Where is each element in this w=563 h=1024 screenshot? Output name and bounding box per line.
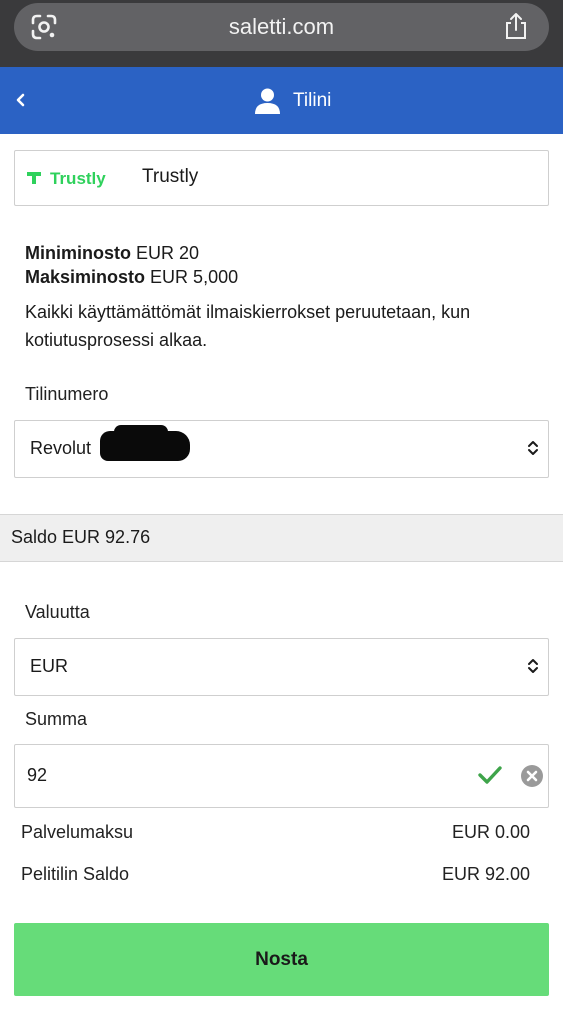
free-spins-note: Kaikki käyttämättömät ilmaiskierrokset p… xyxy=(25,302,471,350)
page-title: Tilini xyxy=(293,90,332,111)
clear-icon[interactable] xyxy=(520,764,544,788)
service-fee-label: Palvelumaksu xyxy=(21,822,134,842)
max-deposit-value: EUR 5,000 xyxy=(150,267,239,287)
share-icon[interactable] xyxy=(503,12,529,40)
chevron-left-icon[interactable] xyxy=(12,88,30,112)
amount-label: Summa xyxy=(25,709,88,729)
redaction-mark xyxy=(100,431,190,461)
google-lens-icon[interactable] xyxy=(31,14,57,40)
balance-text: Saldo EUR 92.76 xyxy=(11,527,151,547)
min-deposit-row: Miniminosto EUR 20 xyxy=(25,241,199,265)
amount-input[interactable] xyxy=(27,760,327,790)
max-deposit-row: Maksiminosto EUR 5,000 xyxy=(25,265,238,289)
url-text[interactable]: saletti.com xyxy=(0,3,563,51)
account-number-label: Tilinumero xyxy=(25,384,109,404)
payment-method-name: Trustly xyxy=(142,166,199,187)
game-balance-value: EUR 92.00 xyxy=(441,864,530,884)
chevron-updown-icon xyxy=(528,441,538,455)
trustly-logo: Trustly xyxy=(27,169,106,188)
service-fee-value: EUR 0.00 xyxy=(451,822,530,842)
currency-value: EUR xyxy=(30,656,69,676)
app-header xyxy=(0,67,563,134)
account-number-value: Revolut xyxy=(30,438,92,458)
chevron-updown-icon xyxy=(528,659,538,673)
max-deposit-label: Maksiminosto xyxy=(25,267,146,287)
currency-label: Valuutta xyxy=(25,602,90,622)
checkmark-icon xyxy=(478,766,502,784)
game-balance-label: Pelitilin Saldo xyxy=(21,864,130,884)
svg-text:Trustly: Trustly xyxy=(50,169,106,188)
account-number-select[interactable] xyxy=(14,420,549,478)
currency-select[interactable] xyxy=(14,638,549,696)
withdraw-button[interactable]: Nosta xyxy=(14,923,549,996)
min-deposit-value: EUR 20 xyxy=(136,243,200,263)
min-deposit-label: Miniminosto xyxy=(25,243,131,263)
user-icon xyxy=(255,88,280,114)
